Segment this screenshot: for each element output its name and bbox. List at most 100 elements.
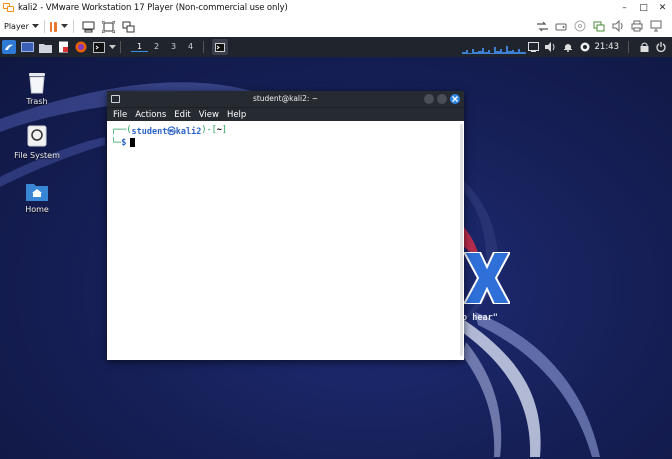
fit-guest-button[interactable]: [102, 20, 116, 34]
chevron-down-icon[interactable]: [109, 44, 116, 50]
text-cursor: [130, 138, 136, 147]
desktop-icon-trash[interactable]: Trash: [1, 70, 73, 106]
file-manager-launcher[interactable]: [38, 40, 52, 54]
prompt-bracket-end: ]: [221, 125, 228, 135]
terminal-window-controls: [424, 94, 460, 104]
hard-drive-icon: [27, 125, 47, 147]
menu-view[interactable]: View: [199, 110, 219, 120]
cd-dvd-button[interactable]: [573, 19, 587, 33]
terminal-title: student@kali2: ~: [252, 94, 319, 103]
panel-divider: [120, 41, 121, 53]
window-switch-button[interactable]: [528, 40, 540, 54]
terminal-titlebar[interactable]: student@kali2: ~: [107, 91, 464, 107]
text-editor-launcher[interactable]: [56, 40, 70, 54]
show-desktop-button[interactable]: [20, 40, 34, 54]
terminal-maximize-button[interactable]: [437, 94, 447, 104]
pause-vm-button[interactable]: [49, 21, 57, 32]
minimize-button[interactable]: –: [615, 0, 634, 16]
desktop-icon-home[interactable]: Home: [1, 180, 73, 214]
guest-screen[interactable]: 1 2 3 4 21:43 Trash File System Home o h…: [0, 37, 672, 459]
chevron-down-icon: [31, 24, 39, 28]
workspace-switcher: 1 2 3 4: [131, 42, 199, 52]
computer-send-keys-icon: [82, 21, 95, 32]
hard-disk-button[interactable]: [554, 19, 568, 33]
terminal-icon: [93, 41, 105, 53]
desktop-icon: [20, 42, 34, 52]
vmware-toolbar: Player: [0, 16, 672, 37]
workspace-1-button[interactable]: 1: [131, 42, 148, 52]
desktop-icon-label: Trash: [26, 97, 48, 106]
terminal-scrollbar[interactable]: [460, 124, 463, 356]
workspace-4-button[interactable]: 4: [182, 42, 199, 52]
home-folder-icon: [26, 184, 48, 201]
terminal-launcher[interactable]: [92, 40, 106, 54]
unity-mode-button[interactable]: [122, 20, 136, 34]
terminal-menubar: File Actions Edit View Help: [107, 107, 464, 121]
terminal-close-button[interactable]: [450, 94, 460, 104]
kali-logo-letter-mark: [464, 252, 510, 304]
firefox-icon: [75, 41, 87, 53]
monitor-icon: [650, 20, 662, 32]
notifications-button[interactable]: [562, 40, 574, 54]
maximize-button[interactable]: □: [634, 0, 653, 16]
player-menu-label: Player: [4, 22, 29, 31]
terminal-output-area[interactable]: ┌──( student㉿kali2 )-[ ~ ] └─ $: [107, 122, 464, 360]
desktop-icon-label: Home: [25, 205, 49, 214]
toolbar-divider: [43, 20, 45, 33]
bell-icon: [563, 44, 572, 52]
taskbar-terminal-window[interactable]: [212, 39, 228, 55]
prompt-symbol: $: [121, 138, 127, 148]
usb-icon: [593, 21, 605, 32]
workspace-2-button[interactable]: 2: [148, 42, 165, 52]
menu-file[interactable]: File: [113, 110, 127, 120]
player-menu-button[interactable]: Player: [4, 22, 39, 31]
device-icons: [534, 19, 664, 33]
prompt-corner-bottom: └─: [111, 138, 122, 148]
printer-button[interactable]: [630, 19, 644, 33]
network-status-icon: [580, 42, 589, 52]
lock-icon: [640, 42, 648, 52]
firefox-launcher[interactable]: [74, 40, 88, 54]
sound-card-button[interactable]: [611, 19, 625, 33]
network-icon: [536, 21, 548, 31]
chevron-down-icon[interactable]: [60, 24, 68, 29]
volume-button[interactable]: [545, 40, 557, 54]
network-status-button[interactable]: [579, 40, 591, 54]
menu-actions[interactable]: Actions: [135, 110, 166, 120]
prompt-corner-top: ┌──(: [111, 125, 132, 135]
desktop-icon-label: File System: [14, 151, 60, 160]
power-icon: [656, 42, 666, 52]
toolbar-divider: [72, 20, 74, 33]
prompt-line-1: ┌──( student㉿kali2 )-[ ~ ]: [111, 125, 460, 137]
terminal-minimize-button[interactable]: [424, 94, 434, 104]
power-button[interactable]: [655, 40, 667, 54]
vmware-titlebar: kali2 - VMware Workstation 17 Player (No…: [0, 0, 672, 16]
display-button[interactable]: [649, 19, 663, 33]
lock-screen-button[interactable]: [638, 40, 650, 54]
prompt-line-2: └─ $: [111, 138, 460, 148]
panel-divider: [203, 41, 204, 53]
menu-help[interactable]: Help: [227, 110, 246, 120]
speaker-icon: [612, 20, 623, 32]
usb-controller-button[interactable]: [592, 19, 606, 33]
printer-icon: [631, 20, 643, 32]
volume-icon: [545, 42, 555, 52]
panel-clock[interactable]: 21:43: [595, 42, 620, 52]
trash-icon: [29, 73, 45, 94]
window-title: kali2 - VMware Workstation 17 Player (No…: [18, 3, 288, 13]
close-button[interactable]: ✕: [653, 0, 672, 16]
desktop-icon-file-system[interactable]: File System: [1, 124, 73, 160]
send-ctrl-alt-del-button[interactable]: [82, 20, 96, 34]
kali-applications-menu-button[interactable]: [2, 40, 16, 54]
prompt-bracket-mid: )-[: [201, 125, 217, 135]
terminal-window[interactable]: student@kali2: ~ File Actions Edit View …: [107, 91, 464, 360]
panel-divider: [628, 41, 629, 53]
window-icon: [528, 42, 539, 52]
workspace-3-button[interactable]: 3: [165, 42, 182, 52]
hard-disk-icon: [555, 23, 567, 30]
text-editor-icon: [58, 41, 68, 53]
network-adapter-button[interactable]: [535, 19, 549, 33]
cpu-graph-icon: [462, 46, 526, 54]
menu-edit[interactable]: Edit: [174, 110, 190, 120]
cd-icon: [574, 20, 586, 32]
